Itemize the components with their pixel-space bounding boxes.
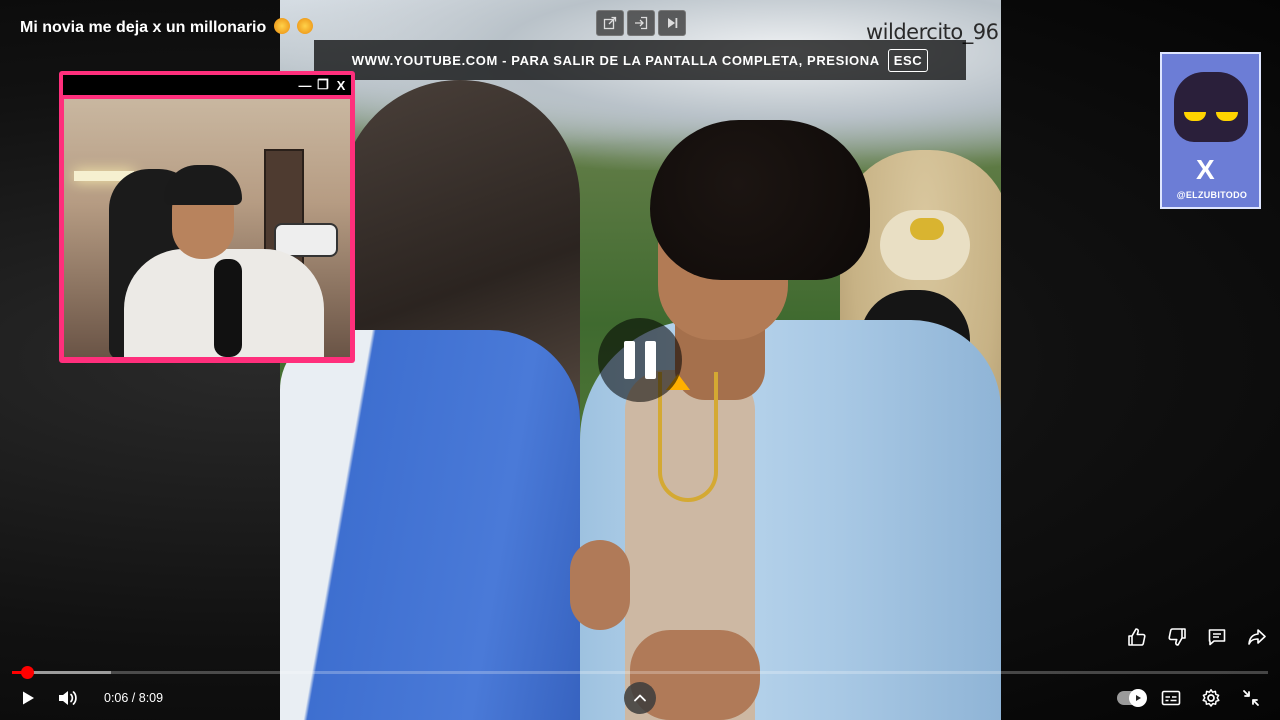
microphone-icon <box>214 259 242 357</box>
enter-icon[interactable] <box>627 10 655 36</box>
restore-icon[interactable]: ❐ <box>317 77 329 92</box>
webcam-beanie <box>164 165 242 205</box>
social-handle: @ELZUBITODO <box>1176 190 1248 200</box>
autoplay-switch[interactable] <box>1117 689 1147 707</box>
crying-face-emoji-icon <box>273 18 290 34</box>
share-icon[interactable] <box>1242 622 1272 652</box>
progress-bar[interactable] <box>12 666 1268 679</box>
pause-icon[interactable] <box>598 318 682 402</box>
cat-eyes <box>1184 112 1238 122</box>
progress-scrubber-handle[interactable] <box>21 666 35 679</box>
webcam-window-titlebar[interactable]: — ❐ X <box>63 75 351 95</box>
volume-button[interactable] <box>54 684 82 712</box>
webcam-overlay-window[interactable]: — ❐ X <box>59 71 355 363</box>
top-toolbar <box>596 10 686 36</box>
esc-key-badge: ESC <box>887 48 929 72</box>
dislike-icon[interactable] <box>1162 622 1192 652</box>
close-icon[interactable]: X <box>335 78 347 93</box>
play-button[interactable] <box>14 684 42 712</box>
video-title-text: Mi novia me deja x un millonario <box>20 19 267 36</box>
fullscreen-banner-text: WWW.YOUTUBE.COM - PARA SALIR DE LA PANTA… <box>351 52 880 68</box>
video-actions <box>1122 622 1272 652</box>
player-controls-left: 0:06 / 8:09 <box>14 684 163 712</box>
cat-mascot-icon <box>1174 72 1248 142</box>
social-handle-card: X @ELZUBITODO <box>1160 52 1261 209</box>
video-bear-nose <box>910 218 944 240</box>
crying-face-emoji-icon <box>297 18 314 34</box>
gear-icon <box>1202 689 1220 707</box>
webcam-feed <box>64 99 350 357</box>
play-icon <box>23 691 34 705</box>
volume-icon <box>59 691 77 705</box>
exit-fullscreen-icon <box>1243 690 1259 706</box>
fullscreen-exit-banner: WWW.YOUTUBE.COM - PARA SALIR DE LA PANTA… <box>314 40 966 80</box>
chevron-up-icon[interactable] <box>624 682 656 714</box>
time-display: 0:06 / 8:09 <box>104 691 164 705</box>
minimize-icon[interactable]: — <box>299 78 312 93</box>
skip-icon[interactable] <box>658 10 686 36</box>
autoplay-play-icon <box>1129 689 1147 707</box>
subtitles-icon <box>1161 690 1181 706</box>
video-man-hair <box>650 120 870 280</box>
autoplay-toggle[interactable] <box>1116 684 1147 712</box>
subtitles-button[interactable] <box>1156 684 1186 712</box>
video-woman-body <box>280 330 580 720</box>
comment-icon[interactable] <box>1202 622 1232 652</box>
video-title: Mi novia me deja x un millonario <box>20 18 314 37</box>
like-icon[interactable] <box>1122 622 1152 652</box>
exit-fullscreen-button[interactable] <box>1236 684 1266 712</box>
settings-button[interactable] <box>1196 684 1226 712</box>
x-logo-icon: X <box>1196 154 1215 185</box>
player-controls-right <box>1116 684 1266 712</box>
video-hand <box>570 540 630 630</box>
popout-icon[interactable] <box>596 10 624 36</box>
